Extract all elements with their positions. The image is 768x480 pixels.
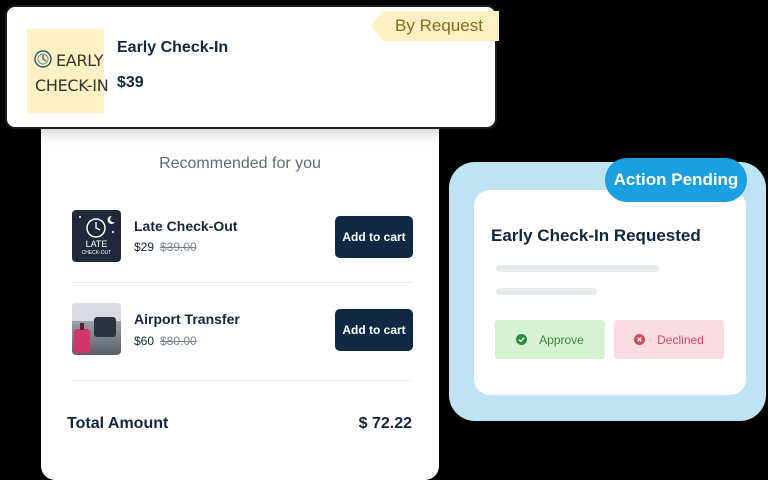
action-pending-badge: Action Pending	[605, 158, 747, 202]
recommendations-heading: Recommended for you	[159, 155, 321, 172]
add-to-cart-button[interactable]: Add to cart	[335, 309, 413, 351]
list-item-airport-transfer: Airport Transfer $60 $80.00 Add to cart	[72, 303, 413, 363]
early-checkin-card: EARLY CHECK-IN Early Check-In $39 By Req…	[5, 5, 499, 129]
divider	[72, 380, 413, 381]
item-name: Late Check-Out	[134, 218, 238, 234]
item-price: $29	[134, 240, 155, 254]
item-original-price: $39.00	[160, 240, 197, 254]
placeholder-line	[496, 288, 597, 295]
action-title: Early Check-In Requested	[491, 226, 701, 245]
list-item-late-checkout: LATE CHECK-OUT Late Check-Out $29 $39.00…	[72, 210, 413, 270]
total-amount-label: Total Amount	[67, 415, 169, 432]
by-request-tag: By Request	[371, 11, 499, 41]
approve-button[interactable]: Approve	[495, 320, 605, 359]
stage: EARLY CHECK-IN Early Check-In $39 By Req…	[0, 0, 768, 480]
item-name: Airport Transfer	[134, 311, 240, 327]
luggage-photo-icon	[72, 303, 121, 353]
total-amount-value: $ 72.22	[358, 415, 412, 432]
late-thumb-text: LATE	[85, 239, 108, 249]
clock-icon	[34, 50, 52, 68]
late-thumb-subtext: CHECK-OUT	[81, 250, 112, 256]
approve-label: Approve	[539, 332, 584, 347]
close-circle-icon	[634, 334, 646, 345]
recommendations-card: Recommended for you LATE CHECK-OUT Late …	[41, 120, 439, 480]
declined-button[interactable]: Declined	[614, 320, 724, 359]
check-circle-icon	[516, 334, 528, 345]
early-checkin-title: Early Check-In	[117, 39, 229, 56]
item-original-price: $80.00	[160, 334, 197, 348]
add-to-cart-button[interactable]: Add to cart	[335, 216, 413, 258]
thumb-text-early: EARLY	[56, 51, 104, 70]
thumb-text-check-in: CHECK-IN	[35, 76, 109, 95]
divider	[72, 282, 413, 283]
early-checkin-price: $39	[117, 74, 144, 91]
placeholder-line	[496, 265, 659, 272]
late-checkout-thumbnail: LATE CHECK-OUT	[72, 210, 121, 262]
early-checkin-thumbnail: EARLY CHECK-IN	[27, 29, 109, 113]
item-price: $60	[134, 334, 155, 348]
action-pending-card: Action Pending Early Check-In Requested …	[449, 158, 766, 421]
action-pending-panel: Early Check-In Requested Approve Decline…	[474, 190, 746, 395]
declined-label: Declined	[657, 332, 704, 347]
airport-transfer-thumbnail	[72, 303, 121, 355]
